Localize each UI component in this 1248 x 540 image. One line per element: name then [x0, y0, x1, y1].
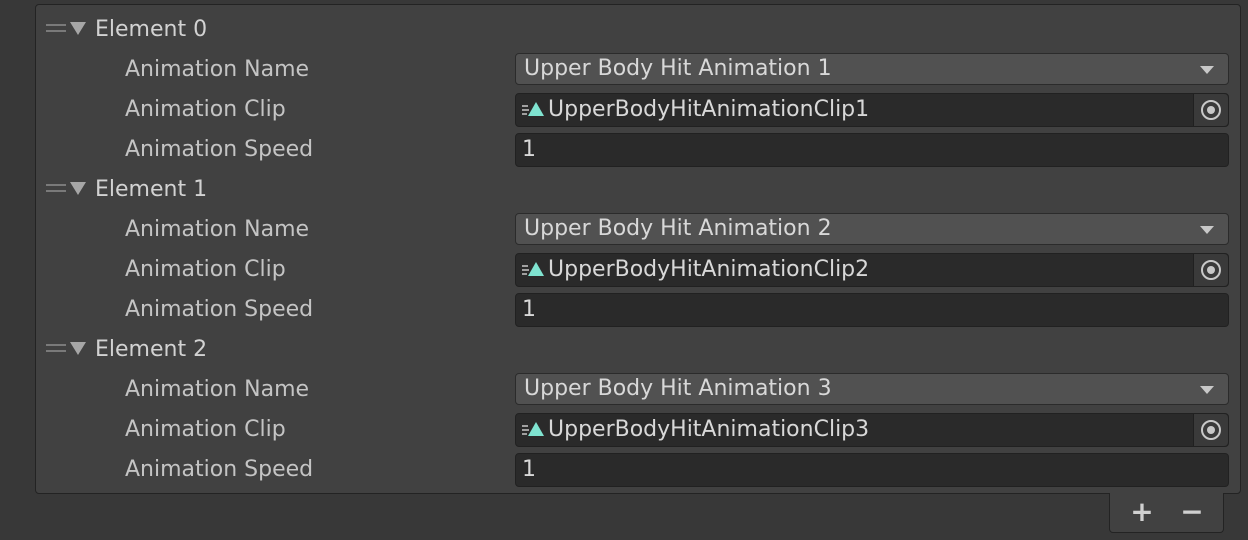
object-picker-icon[interactable] — [1193, 414, 1228, 446]
animation-name-value: Upper Body Hit Animation 2 — [524, 216, 832, 241]
reorderable-list: Element 0 Animation Name Upper Body Hit … — [35, 4, 1241, 494]
animation-clip-label: Animation Clip — [125, 257, 286, 282]
drag-handle-icon[interactable] — [46, 184, 66, 192]
animation-speed-row: Animation Speed 1 — [36, 129, 1240, 169]
animation-clip-icon — [522, 421, 544, 439]
chevron-down-icon — [1200, 226, 1214, 234]
animation-name-row: Animation Name Upper Body Hit Animation … — [36, 369, 1240, 409]
animation-clip-value: UpperBodyHitAnimationClip2 — [548, 257, 870, 282]
animation-name-label: Animation Name — [125, 57, 310, 82]
animation-clip-label: Animation Clip — [125, 97, 286, 122]
animation-name-row: Animation Name Upper Body Hit Animation … — [36, 209, 1240, 249]
animation-clip-row: Animation Clip UpperBodyHitAnimationClip… — [36, 409, 1240, 449]
list-element-1: Element 1 Animation Name Upper Body Hit … — [36, 169, 1240, 329]
animation-clip-value: UpperBodyHitAnimationClip3 — [548, 417, 870, 442]
list-element-0: Element 0 Animation Name Upper Body Hit … — [36, 9, 1240, 169]
element-header[interactable]: Element 1 — [36, 169, 1240, 209]
remove-element-button[interactable]: − — [1176, 497, 1208, 527]
object-picker-icon[interactable] — [1193, 254, 1228, 286]
drag-handle-icon[interactable] — [46, 24, 66, 32]
animation-name-row: Animation Name Upper Body Hit Animation … — [36, 49, 1240, 89]
animation-speed-field[interactable]: 1 — [515, 133, 1229, 167]
object-picker-icon[interactable] — [1193, 94, 1228, 126]
animation-speed-field[interactable]: 1 — [515, 293, 1229, 327]
animation-name-value: Upper Body Hit Animation 1 — [524, 56, 832, 81]
element-header[interactable]: Element 0 — [36, 9, 1240, 49]
animation-name-label: Animation Name — [125, 217, 310, 242]
animation-speed-label: Animation Speed — [125, 457, 314, 482]
foldout-arrow-icon[interactable] — [70, 342, 86, 355]
animation-speed-field[interactable]: 1 — [515, 453, 1229, 487]
element-title[interactable]: Element 1 — [95, 177, 207, 203]
foldout-arrow-icon[interactable] — [70, 22, 86, 35]
chevron-down-icon — [1200, 66, 1214, 74]
animation-clip-field[interactable]: UpperBodyHitAnimationClip3 — [515, 413, 1229, 447]
animation-name-dropdown[interactable]: Upper Body Hit Animation 3 — [515, 373, 1229, 405]
list-footer: + − — [1109, 493, 1224, 533]
chevron-down-icon — [1200, 386, 1214, 394]
element-header[interactable]: Element 2 — [36, 329, 1240, 369]
element-title[interactable]: Element 2 — [95, 337, 207, 363]
animation-clip-field[interactable]: UpperBodyHitAnimationClip2 — [515, 253, 1229, 287]
animation-name-value: Upper Body Hit Animation 3 — [524, 376, 832, 401]
animation-speed-value: 1 — [522, 297, 536, 322]
animation-clip-icon — [522, 101, 544, 119]
animation-speed-label: Animation Speed — [125, 137, 314, 162]
animation-speed-row: Animation Speed 1 — [36, 449, 1240, 489]
animation-speed-value: 1 — [522, 457, 536, 482]
animation-clip-value: UpperBodyHitAnimationClip1 — [548, 97, 870, 122]
animation-clip-field[interactable]: UpperBodyHitAnimationClip1 — [515, 93, 1229, 127]
animation-speed-row: Animation Speed 1 — [36, 289, 1240, 329]
animation-clip-row: Animation Clip UpperBodyHitAnimationClip… — [36, 89, 1240, 129]
animation-speed-value: 1 — [522, 137, 536, 162]
foldout-arrow-icon[interactable] — [70, 182, 86, 195]
animation-clip-row: Animation Clip UpperBodyHitAnimationClip… — [36, 249, 1240, 289]
animation-clip-icon — [522, 261, 544, 279]
add-element-button[interactable]: + — [1126, 497, 1158, 527]
list-element-2: Element 2 Animation Name Upper Body Hit … — [36, 329, 1240, 489]
animation-name-label: Animation Name — [125, 377, 310, 402]
animation-clip-label: Animation Clip — [125, 417, 286, 442]
animation-name-dropdown[interactable]: Upper Body Hit Animation 1 — [515, 53, 1229, 85]
animation-name-dropdown[interactable]: Upper Body Hit Animation 2 — [515, 213, 1229, 245]
element-title[interactable]: Element 0 — [95, 17, 207, 43]
drag-handle-icon[interactable] — [46, 344, 66, 352]
animation-speed-label: Animation Speed — [125, 297, 314, 322]
